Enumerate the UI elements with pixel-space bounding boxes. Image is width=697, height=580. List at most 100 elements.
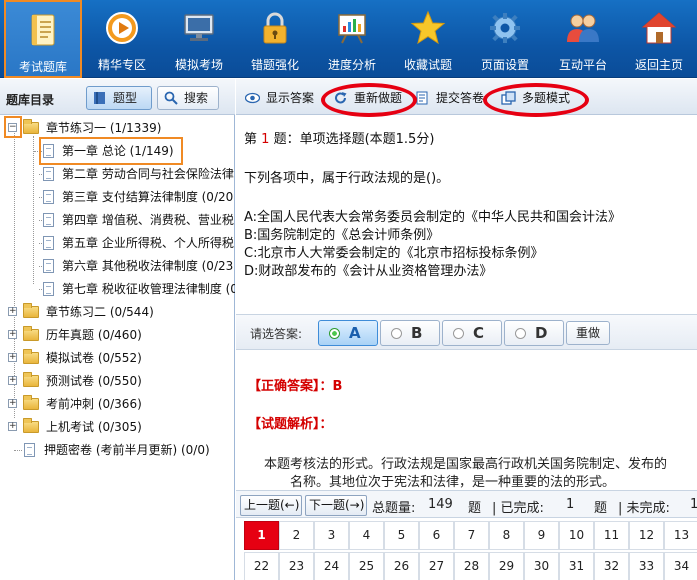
question-type-button[interactable]: 题型: [86, 86, 152, 110]
show-answer-button[interactable]: 显示答案: [242, 86, 322, 110]
question-number-cell[interactable]: 11: [594, 521, 629, 550]
question-number-cell[interactable]: 30: [524, 552, 559, 580]
question-number-cell[interactable]: 5: [384, 521, 419, 550]
question-number-cell[interactable]: 9: [524, 521, 559, 550]
tree-node-chapter-4[interactable]: 第四章 增值税、消费税、营业税: [38, 210, 235, 230]
nav-label: 互动平台: [558, 58, 607, 72]
question-navigation-bar: 上一题(←) 下一题(→) 总题量: 149 题 | 已完成: 1 题 | 未完…: [236, 490, 697, 518]
next-question-button[interactable]: 下一题(→): [305, 495, 367, 516]
expand-icon[interactable]: +: [8, 330, 17, 339]
question-number-cell[interactable]: 12: [629, 521, 664, 550]
answer-option-label: C: [473, 324, 485, 342]
tree-node-chapter-7[interactable]: 第七章 税收征收管理法律制度 (0/: [38, 279, 235, 299]
tree-node-sprint[interactable]: + 考前冲刺 (0/366): [8, 394, 233, 414]
question-number-cell[interactable]: 31: [559, 552, 594, 580]
question-number-cell[interactable]: 3: [314, 521, 349, 550]
tree-node-chapter-practice-2[interactable]: + 章节练习二 (0/544): [8, 302, 233, 322]
tree-node-chapter-6[interactable]: 第六章 其他税收法律制度 (0/23: [38, 256, 235, 276]
question-number-cell[interactable]: 10: [559, 521, 594, 550]
expand-icon[interactable]: +: [8, 376, 17, 385]
question-number-cell[interactable]: 22: [244, 552, 279, 580]
question-number-cell[interactable]: 25: [349, 552, 384, 580]
question-number-cell[interactable]: 6: [419, 521, 454, 550]
uncompleted-label: | 未完成:: [618, 501, 670, 516]
question-type-label: 题型: [113, 91, 138, 105]
question-number-cell[interactable]: 24: [314, 552, 349, 580]
tree-line: [38, 197, 42, 198]
analysis-heading: 【试题解析】：: [248, 413, 333, 432]
tree-node-secret-papers[interactable]: 押题密卷 (考前半月更新) (0/0): [8, 440, 233, 460]
nav-home[interactable]: 返回主页: [620, 0, 697, 78]
redo-button[interactable]: 重做: [566, 321, 610, 345]
tree-node-label: 第五章 企业所得税、个人所得税: [62, 236, 234, 250]
previous-question-button[interactable]: 上一题(←): [240, 495, 302, 516]
answer-option-c[interactable]: C: [442, 320, 502, 346]
nav-interaction[interactable]: 互动平台: [544, 0, 622, 78]
tree-node-chapter-5[interactable]: 第五章 企业所得税、个人所得税: [38, 233, 235, 253]
play-disc-icon: [106, 12, 138, 44]
document-icon: [43, 167, 54, 181]
question-number-cell[interactable]: 13: [664, 521, 697, 550]
document-icon: [43, 213, 54, 227]
folder-icon: [23, 119, 39, 134]
search-button[interactable]: 搜索: [157, 86, 219, 110]
expand-icon[interactable]: +: [8, 307, 17, 316]
submit-paper-button[interactable]: 提交答卷: [412, 86, 486, 110]
nav-favorites[interactable]: 收藏试题: [389, 0, 467, 78]
nav-wrong-questions[interactable]: 错题强化: [236, 0, 314, 78]
tree-line: [38, 220, 42, 221]
tree-node-forecast-papers[interactable]: + 预测试卷 (0/550): [8, 371, 233, 391]
nav-label: 返回主页: [634, 58, 683, 72]
tree-node-chapter-3[interactable]: 第三章 支付结算法律制度 (0/20: [38, 187, 235, 207]
nav-exam-bank[interactable]: 考试题库: [4, 0, 82, 78]
document-icon: [43, 259, 54, 273]
nav-progress[interactable]: 进度分析: [313, 0, 391, 78]
search-icon: [164, 91, 178, 105]
question-stem: 下列各项中，属于行政法规的是()。: [244, 171, 450, 186]
gear-icon: [490, 13, 520, 43]
question-number-cell[interactable]: 34: [664, 552, 697, 580]
completed-unit: 题: [594, 501, 608, 516]
correct-answer-line: 【正确答案】：B: [248, 375, 342, 394]
expand-icon[interactable]: +: [8, 422, 17, 431]
answer-option-label: D: [535, 324, 548, 342]
expand-icon[interactable]: +: [8, 399, 17, 408]
question-number-cell[interactable]: 28: [454, 552, 489, 580]
question-number-cell[interactable]: 7: [454, 521, 489, 550]
expand-icon[interactable]: +: [8, 353, 17, 362]
tree-node-mock-papers[interactable]: + 模拟试卷 (0/552): [8, 348, 233, 368]
highlight-box: [39, 137, 183, 165]
nav-page-settings[interactable]: 页面设置: [466, 0, 544, 78]
answer-option-b[interactable]: B: [380, 320, 440, 346]
question-number-cell[interactable]: 8: [489, 521, 524, 550]
left-panel: 题库目录 题型 搜索 − 章节练习一 (1/1339) 第一章 总论 (1/14…: [0, 79, 235, 580]
answer-option-d[interactable]: D: [504, 320, 564, 346]
users-icon: [567, 14, 599, 42]
radio-icon: [453, 328, 464, 339]
question-number-cell[interactable]: 1: [244, 521, 279, 550]
nav-mock-exam[interactable]: 模拟考场: [160, 0, 238, 78]
question-header: 第 1 题：单项选择题(本题1.5分): [244, 128, 434, 147]
question-number-grid: 1 2 3 4 5 6 7 8 9 10 11 12 13 22 23 24 25 26 27 28 29 30 31 32 3…: [236, 519, 697, 580]
question-number-cell[interactable]: 29: [489, 552, 524, 580]
question-number-cell[interactable]: 2: [279, 521, 314, 550]
answer-bar: 请选答案: A B C D 重做: [236, 314, 697, 350]
folder-icon: [23, 395, 39, 410]
question-number-cell[interactable]: 32: [594, 552, 629, 580]
question-number-cell[interactable]: 23: [279, 552, 314, 580]
nav-label: 页面设置: [480, 58, 529, 72]
question-number-cell[interactable]: 33: [629, 552, 664, 580]
nav-essence[interactable]: 精华专区: [83, 0, 161, 78]
tree-node-chapter-practice-1[interactable]: − 章节练习一 (1/1339): [8, 118, 233, 138]
tree-node-computer-exam[interactable]: + 上机考试 (0/305): [8, 417, 233, 437]
question-number-cell[interactable]: 27: [419, 552, 454, 580]
tree-node-chapter-2[interactable]: 第二章 劳动合同与社会保险法律: [38, 164, 235, 184]
nav-label: 考试题库: [18, 60, 67, 74]
home-icon: [641, 12, 677, 44]
lock-icon: [263, 12, 287, 44]
question-number-cell[interactable]: 4: [349, 521, 384, 550]
question-number-cell[interactable]: 26: [384, 552, 419, 580]
answer-option-a[interactable]: A: [318, 320, 378, 346]
tree-node-label: 第二章 劳动合同与社会保险法律: [62, 167, 234, 181]
tree-node-past-exams[interactable]: + 历年真题 (0/460): [8, 325, 233, 345]
